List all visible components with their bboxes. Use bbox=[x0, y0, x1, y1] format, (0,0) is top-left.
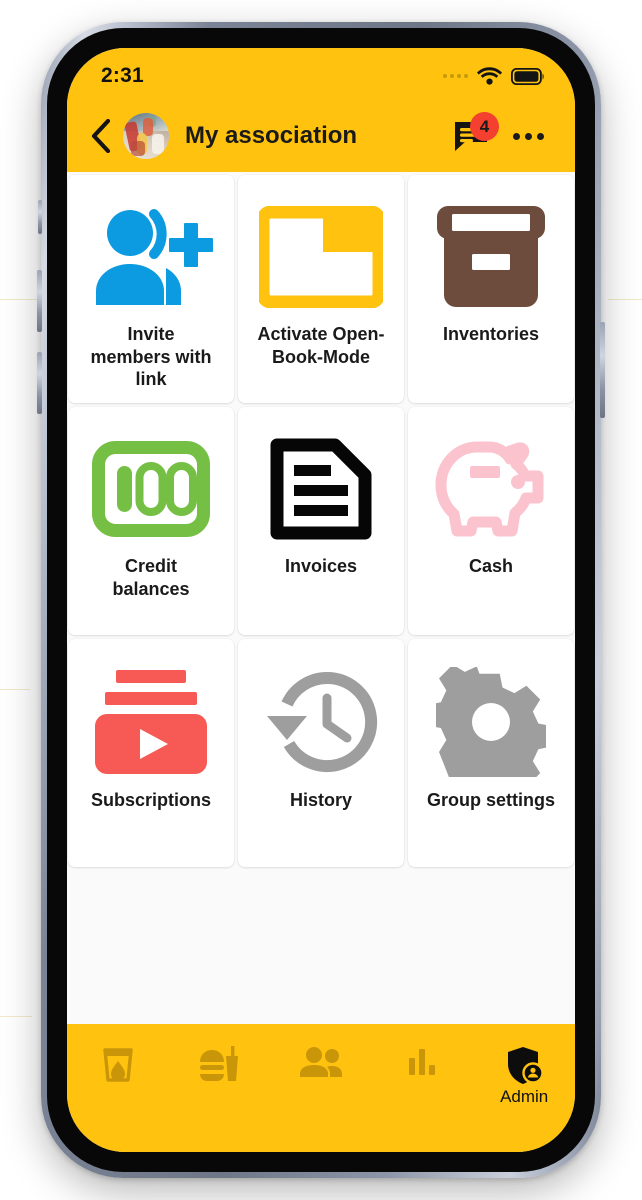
avatar[interactable] bbox=[123, 113, 169, 159]
page-title: My association bbox=[185, 122, 358, 149]
tile-invite-members[interactable]: Invite members with link bbox=[68, 175, 234, 403]
fast-food-icon bbox=[200, 1046, 239, 1081]
back-button[interactable] bbox=[81, 114, 121, 158]
phone-screen: 2:31 My association 4 Invite members wit… bbox=[67, 48, 575, 1152]
banknote-100-icon bbox=[76, 425, 226, 553]
app-header: My association 4 bbox=[67, 100, 575, 172]
tile-label: History bbox=[289, 790, 352, 810]
nav-item-admin[interactable]: Admin bbox=[473, 1046, 575, 1107]
phone-bezel: 2:31 My association 4 Invite members wit… bbox=[47, 28, 595, 1172]
chat-button[interactable]: 4 bbox=[449, 112, 499, 158]
chevron-left-icon bbox=[91, 119, 111, 153]
background-guide-line bbox=[0, 689, 30, 690]
tile-subscriptions[interactable]: Subscriptions bbox=[68, 639, 234, 867]
tile-credit-balances[interactable]: Credit balances bbox=[68, 407, 234, 635]
background-guide-line bbox=[0, 1016, 32, 1017]
tile-label: Group settings bbox=[426, 790, 555, 810]
archive-box-icon bbox=[416, 193, 566, 321]
status-bar: 2:31 bbox=[67, 48, 575, 100]
power-button[interactable] bbox=[600, 322, 605, 418]
wifi-icon bbox=[477, 67, 502, 85]
battery-full-icon bbox=[511, 67, 544, 85]
admin-shield-icon bbox=[508, 1047, 544, 1084]
tile-history[interactable]: History bbox=[238, 639, 404, 867]
more-options-button[interactable] bbox=[505, 114, 551, 158]
tile-label: Invite members with link bbox=[90, 323, 212, 390]
phone-device-frame: 2:31 My association 4 Invite members wit… bbox=[37, 22, 605, 1178]
drink-glass-icon bbox=[103, 1048, 133, 1082]
tile-group-settings[interactable]: Group settings bbox=[408, 639, 574, 867]
tile-label: Credit balances bbox=[112, 556, 190, 599]
tile-cash[interactable]: Cash bbox=[408, 407, 574, 635]
background-guide-line bbox=[0, 299, 38, 300]
more-horizontal-icon bbox=[512, 132, 520, 140]
main-content: Invite members with link Activate Open- … bbox=[67, 172, 575, 1012]
tile-label: Invoices bbox=[284, 556, 358, 576]
silent-switch[interactable] bbox=[38, 200, 42, 234]
tile-invoices[interactable]: Invoices bbox=[238, 407, 404, 635]
chat-unread-badge: 4 bbox=[470, 112, 499, 141]
piggy-bank-icon bbox=[416, 425, 566, 553]
bottom-navigation: Admin bbox=[67, 1024, 575, 1152]
nav-item-people[interactable] bbox=[270, 1046, 372, 1081]
document-lines-icon bbox=[246, 425, 396, 553]
nav-item-statistics[interactable] bbox=[372, 1046, 474, 1079]
feature-grid: Invite members with link Activate Open- … bbox=[67, 173, 575, 869]
tile-inventories[interactable]: Inventories bbox=[408, 175, 574, 403]
nav-item-drinks[interactable] bbox=[67, 1046, 169, 1087]
people-icon bbox=[299, 1047, 342, 1077]
volume-down-button[interactable] bbox=[37, 352, 42, 414]
nav-item-food[interactable] bbox=[169, 1046, 271, 1087]
bar-chart-icon bbox=[408, 1049, 435, 1075]
tile-label: Cash bbox=[468, 556, 513, 576]
volume-up-button[interactable] bbox=[37, 270, 42, 332]
folder-open-icon bbox=[246, 193, 396, 321]
background-guide-line bbox=[608, 299, 642, 300]
nav-label: Admin bbox=[500, 1087, 549, 1106]
status-time: 2:31 bbox=[101, 64, 144, 87]
subscriptions-icon bbox=[76, 657, 226, 787]
tile-label: Subscriptions bbox=[90, 790, 211, 810]
person-add-icon bbox=[76, 193, 226, 321]
history-clock-icon bbox=[246, 657, 396, 787]
tile-label: Inventories bbox=[442, 324, 540, 344]
signal-dots-icon bbox=[443, 74, 468, 78]
tile-label: Activate Open- Book-Mode bbox=[257, 324, 385, 367]
tile-activate-open-book-mode[interactable]: Activate Open- Book-Mode bbox=[238, 175, 404, 403]
gear-icon bbox=[416, 657, 566, 787]
status-indicators bbox=[443, 67, 545, 85]
